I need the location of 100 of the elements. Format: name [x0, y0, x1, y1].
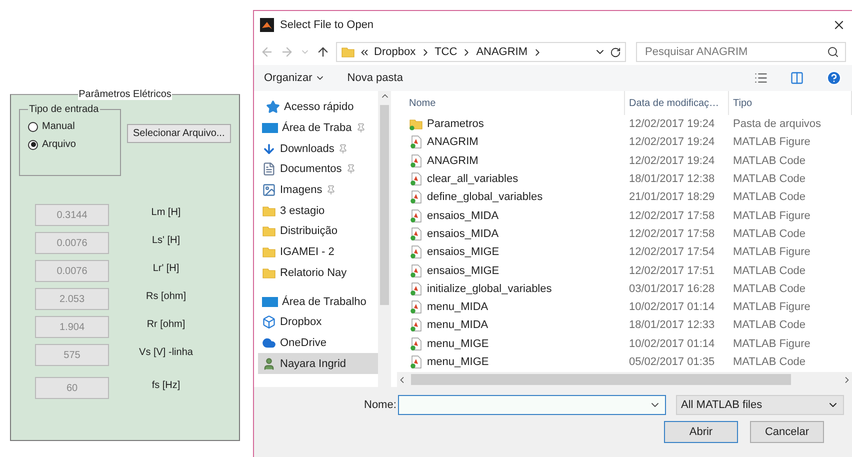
file-row[interactable]: menu_MIDA 10/02/2017 01:14 MATLAB Figure	[397, 298, 852, 316]
matlab-file-icon	[409, 172, 423, 186]
up-icon[interactable]	[316, 45, 330, 59]
file-date: 03/01/2017 16:28	[628, 282, 716, 295]
sidebar-item[interactable]: OneDrive	[258, 332, 378, 354]
file-row[interactable]: ANAGRIM 12/02/2017 19:24 MATLAB Figure	[397, 133, 852, 152]
file-row[interactable]: menu_MIGE 05/02/2017 01:35 MATLAB Code	[397, 352, 852, 372]
desktop-icon	[262, 296, 278, 308]
refresh-icon[interactable]	[610, 46, 621, 58]
file-row[interactable]: Parametros 12/02/2017 19:24 Pasta de arquivos	[397, 115, 852, 134]
sidebar-item[interactable]: Nayara Ingrid	[258, 353, 378, 374]
file-date: 12/02/2017 19:24	[628, 136, 716, 148]
sidebar-item[interactable]: Área de Trabalho	[258, 291, 378, 312]
file-row[interactable]: ensaios_MIGE 12/02/2017 17:51 MATLAB Code	[397, 261, 852, 280]
file-type: MATLAB Figure	[732, 210, 812, 222]
parameter-label: Ls' [H]	[150, 234, 182, 246]
file-name: menu_MIGE	[397, 355, 625, 369]
file-type: MATLAB Code	[732, 319, 807, 332]
breadcrumb-item[interactable]: TCC	[434, 46, 458, 58]
column-header[interactable]: Tipo	[729, 91, 852, 115]
horizontal-scrollbar[interactable]	[397, 372, 852, 387]
folder-icon	[262, 245, 276, 260]
file-type: MATLAB Figure	[732, 338, 812, 350]
radio-button[interactable]	[28, 140, 38, 150]
file-date: 10/02/2017 01:14	[628, 338, 716, 350]
box-icon	[262, 315, 276, 330]
file-date: 18/01/2017 12:38	[628, 173, 716, 186]
file-name: menu_MIDA	[397, 318, 625, 332]
sidebar-item[interactable]: Acesso rápido	[258, 97, 378, 118]
preview-pane-icon[interactable]	[790, 71, 804, 85]
sidebar-item[interactable]: Downloads	[258, 138, 378, 160]
toolbar-button[interactable]: Organizar	[264, 72, 326, 84]
close-icon[interactable]	[832, 18, 846, 32]
open-button[interactable]: Abrir	[664, 421, 738, 443]
matlab-file-icon	[409, 190, 423, 204]
radio-option[interactable]: Arquivo	[28, 139, 112, 150]
desktop-icon	[262, 122, 278, 134]
window-title: Select File to Open	[280, 19, 375, 31]
sidebar-item[interactable]: Área de Traba	[258, 118, 378, 138]
matlab-file-icon	[409, 318, 423, 332]
panel-title: Parâmetros Elétricos	[78, 89, 172, 100]
sidebar-item[interactable]: Imagens	[258, 180, 378, 200]
file-row[interactable]: ANAGRIM 12/02/2017 19:24 MATLAB Code	[397, 152, 852, 170]
matlab-file-icon	[409, 135, 423, 150]
matlab-file-icon	[409, 282, 423, 296]
star-icon	[266, 100, 280, 114]
file-name: ensaios_MIDA	[397, 208, 625, 223]
sidebar-item[interactable]: IGAMEI - 2	[258, 242, 378, 262]
sidebar-item[interactable]: Distribuição	[258, 221, 378, 242]
matlab-file-icon	[409, 245, 423, 260]
document-icon	[262, 162, 276, 176]
file-type: MATLAB Code	[732, 228, 807, 240]
search-input[interactable]: Pesquisar ANAGRIM	[643, 45, 827, 59]
file-date: 05/02/2017 01:35	[628, 356, 716, 368]
file-row[interactable]: define_global_variables 21/01/2017 18:29 MATLAB Code	[397, 188, 852, 206]
file-date: 12/02/2017 17:51	[628, 264, 716, 277]
folder-icon	[341, 45, 355, 59]
view-icon[interactable]	[754, 71, 768, 85]
file-name: ensaios_MIGE	[397, 264, 625, 278]
file-row[interactable]: ensaios_MIGE 12/02/2017 17:54 MATLAB Figure	[397, 243, 852, 262]
file-row[interactable]: ensaios_MIDA 12/02/2017 17:58 MATLAB Figure	[397, 206, 852, 225]
file-row[interactable]: clear_all_variables 18/01/2017 12:38 MATLAB Code	[397, 170, 852, 188]
address-bar[interactable]: Dropbox TCC ANAGRIM	[336, 42, 626, 62]
file-row[interactable]: ensaios_MIDA 12/02/2017 17:58 MATLAB Code	[397, 224, 852, 244]
file-name: ensaios_MIGE	[397, 245, 625, 260]
app-logo-icon	[260, 18, 274, 32]
search-field[interactable]: Pesquisar ANAGRIM	[636, 42, 846, 62]
select-file-button[interactable]: Selecionar Arquivo...	[127, 124, 231, 143]
file-row[interactable]: menu_MIGE 10/02/2017 01:14 MATLAB Figure	[397, 334, 852, 353]
file-row[interactable]: menu_MIDA 18/01/2017 12:33 MATLAB Code	[397, 316, 852, 335]
scrollbar[interactable]	[378, 91, 391, 387]
folder-icon	[262, 224, 276, 238]
matlab-file-icon	[409, 264, 423, 278]
file-name: menu_MIDA	[397, 300, 625, 314]
matlab-file-icon	[409, 208, 423, 223]
breadcrumb-item[interactable]: ANAGRIM	[476, 46, 528, 58]
column-header[interactable]: Nome	[397, 91, 625, 115]
radio-option[interactable]: Manual	[28, 121, 112, 132]
help-icon[interactable]	[826, 70, 842, 86]
column-header[interactable]: Data de modificaç…	[625, 91, 729, 115]
sidebar-item[interactable]: Documentos	[258, 159, 378, 180]
sidebar-item[interactable]: Relatorio Nay	[258, 262, 378, 284]
folder-icon	[409, 117, 423, 132]
user-icon	[262, 356, 276, 371]
file-date: 12/02/2017 17:58	[628, 228, 716, 240]
file-name: ensaios_MIDA	[397, 226, 625, 241]
toolbar-button[interactable]: Nova pasta	[347, 72, 403, 84]
file-row[interactable]: initialize_global_variables 03/01/2017 16:28 MATLAB Code	[397, 280, 852, 298]
search-icon[interactable]	[827, 46, 839, 58]
filename-field[interactable]	[398, 395, 666, 415]
parameter-label: fs [Hz]	[150, 380, 182, 390]
cancel-button[interactable]: Cancelar	[750, 421, 824, 443]
matlab-file-icon	[409, 336, 423, 351]
file-type: MATLAB Code	[732, 282, 807, 295]
matlab-file-icon	[409, 154, 423, 168]
radio-button[interactable]	[28, 122, 38, 132]
sidebar-item[interactable]: 3 estagio	[258, 200, 378, 222]
file-type-dropdown[interactable]: All MATLAB files	[676, 395, 844, 415]
breadcrumb-item[interactable]: Dropbox	[374, 46, 416, 58]
sidebar-item[interactable]: Dropbox	[258, 312, 378, 333]
